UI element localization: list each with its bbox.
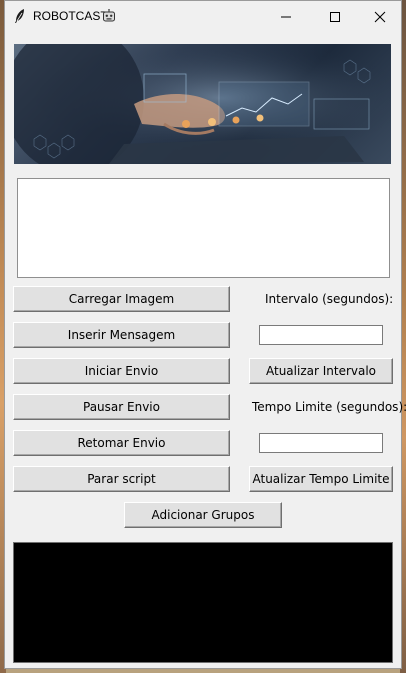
time-limit-label: Tempo Limite (segundos): [252, 400, 406, 414]
time-limit-input[interactable] [259, 433, 383, 453]
title-bar[interactable]: ROBOTCAST [5, 1, 401, 32]
load-image-button[interactable]: Carregar Imagem [13, 286, 230, 312]
feather-icon [15, 9, 24, 23]
stop-script-button[interactable]: Parar script [13, 466, 230, 492]
update-time-limit-button[interactable]: Atualizar Tempo Limite [249, 466, 393, 492]
resume-send-button[interactable]: Retomar Envio [13, 430, 230, 456]
window-title: ROBOTCAST [33, 9, 108, 23]
update-interval-button[interactable]: Atualizar Intervalo [249, 358, 393, 384]
interval-label: Intervalo (segundos): [265, 292, 394, 306]
app-window: ROBOTCAST Carregar Imagem Inserir Mensag… [4, 0, 406, 669]
banner-illustration [14, 44, 391, 164]
add-groups-button[interactable]: Adicionar Grupos [124, 502, 282, 528]
close-button[interactable] [357, 1, 403, 32]
minimize-icon [281, 16, 291, 17]
maximize-button[interactable] [312, 1, 358, 32]
message-textbox[interactable] [17, 178, 390, 278]
pause-send-button[interactable]: Pausar Envio [13, 394, 230, 420]
insert-message-button[interactable]: Inserir Mensagem [13, 322, 230, 348]
minimize-button[interactable] [263, 1, 309, 32]
banner-image [14, 44, 391, 164]
log-console[interactable] [13, 542, 393, 663]
robot-face-icon [103, 9, 115, 22]
maximize-icon [330, 11, 340, 22]
close-icon [374, 11, 386, 22]
start-send-button[interactable]: Iniciar Envio [13, 358, 230, 384]
interval-input[interactable] [259, 325, 383, 345]
